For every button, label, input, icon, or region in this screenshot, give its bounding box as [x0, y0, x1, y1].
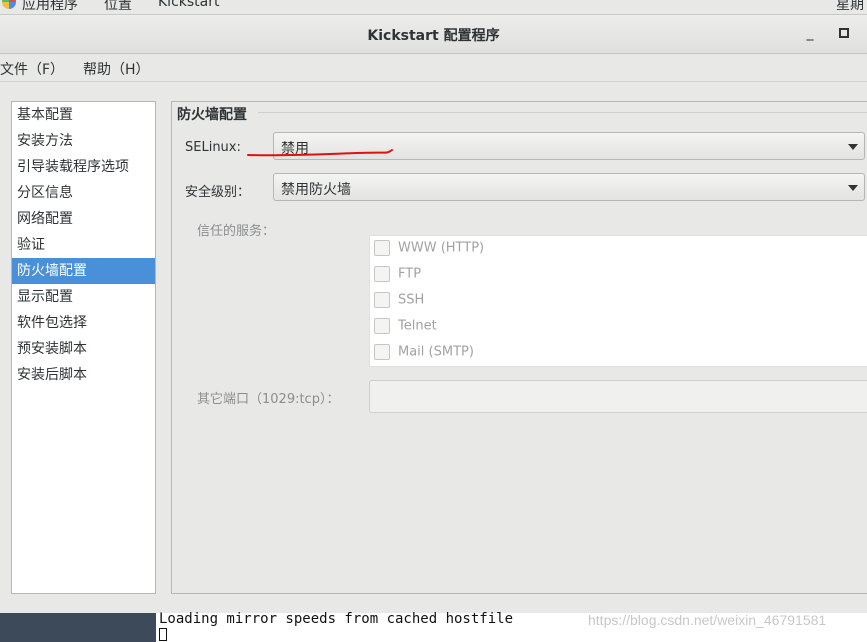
sidebar-item-display[interactable]: 显示配置	[12, 284, 155, 310]
titlebar[interactable]: Kickstart 配置程序 _	[0, 15, 867, 54]
maximize-icon	[839, 28, 849, 38]
section-divider	[258, 112, 867, 113]
applications-icon[interactable]	[2, 0, 16, 9]
service-ftp[interactable]: FTP	[374, 266, 421, 284]
clock[interactable]: 星期	[836, 0, 864, 14]
security-level-dropdown[interactable]: 禁用防火墙	[273, 173, 865, 201]
menubar: 文件（F） 帮助（H）	[0, 54, 867, 82]
terminal-cursor	[159, 628, 167, 641]
checkbox[interactable]	[374, 318, 390, 334]
sidebar-item-authentication[interactable]: 验证	[12, 232, 155, 258]
terminal-output: Loading mirror speeds from cached hostfi…	[159, 611, 514, 627]
section-title: 防火墙配置	[177, 104, 251, 124]
chevron-down-icon	[848, 144, 858, 150]
sidebar-item-post-script[interactable]: 安装后脚本	[12, 362, 155, 388]
sidebar-item-pre-script[interactable]: 预安装脚本	[12, 336, 155, 362]
minimize-button[interactable]: _	[800, 23, 820, 43]
firewall-panel: 防火墙配置 SELinux: 禁用 安全级别： 禁用防火墙 信任的服务： WWW…	[171, 101, 867, 594]
top-panel: 应用程序 位置 Kickstart 星期	[0, 0, 867, 15]
security-level-value: 禁用防火墙	[281, 182, 351, 198]
security-level-label: 安全级别：	[185, 185, 251, 200]
category-sidebar: 基本配置 安装方法 引导装载程序选项 分区信息 网络配置 验证 防火墙配置 显示…	[11, 101, 156, 594]
service-telnet[interactable]: Telnet	[374, 318, 437, 336]
other-ports-label: 其它端口（1029:tcp）：	[197, 392, 340, 407]
checkbox[interactable]	[374, 344, 390, 360]
checkbox[interactable]	[374, 266, 390, 282]
service-ssh[interactable]: SSH	[374, 292, 424, 310]
menu-file[interactable]: 文件（F）	[0, 59, 64, 79]
sidebar-item-install-method[interactable]: 安装方法	[12, 128, 155, 154]
trusted-services-list: WWW (HTTP) FTP SSH Telnet Mail (SMTP)	[369, 235, 867, 367]
other-ports-input[interactable]	[369, 380, 867, 413]
sidebar-item-basic[interactable]: 基本配置	[12, 102, 155, 128]
chevron-down-icon	[848, 185, 858, 191]
checkbox[interactable]	[374, 292, 390, 308]
places-menu[interactable]: 位置	[104, 0, 132, 14]
sidebar-item-firewall[interactable]: 防火墙配置	[12, 258, 155, 284]
applications-menu[interactable]: 应用程序	[22, 0, 78, 14]
selinux-label: SELinux:	[185, 140, 241, 155]
app-menu[interactable]: Kickstart	[158, 0, 219, 10]
red-underline-annotation	[247, 149, 393, 157]
sidebar-item-packages[interactable]: 软件包选择	[12, 310, 155, 336]
service-www[interactable]: WWW (HTTP)	[374, 240, 484, 258]
sidebar-item-network[interactable]: 网络配置	[12, 206, 155, 232]
sidebar-item-bootloader[interactable]: 引导装载程序选项	[12, 154, 155, 180]
desktop-background	[0, 613, 156, 642]
maximize-button[interactable]	[834, 23, 854, 43]
sidebar-item-partition[interactable]: 分区信息	[12, 180, 155, 206]
watermark: https://blog.csdn.net/weixin_46791581	[588, 612, 827, 628]
service-smtp[interactable]: Mail (SMTP)	[374, 344, 474, 362]
window-title: Kickstart 配置程序	[367, 28, 500, 44]
kickstart-window: Kickstart 配置程序 _ 文件（F） 帮助（H） 基本配置 安装方法 引…	[0, 15, 867, 613]
menu-help[interactable]: 帮助（H）	[83, 59, 150, 79]
checkbox[interactable]	[374, 240, 390, 256]
trusted-services-label: 信任的服务：	[197, 224, 276, 239]
